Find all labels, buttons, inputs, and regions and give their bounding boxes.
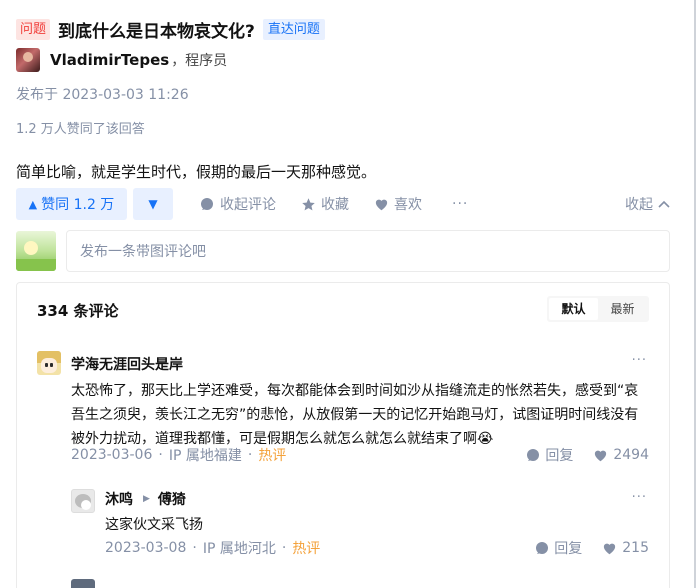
triangle-up-icon: ▲ [28, 197, 38, 211]
downvote-button[interactable]: ▼ [133, 188, 173, 220]
author-name[interactable]: VladimirTepes [50, 51, 169, 69]
comment-date: 2023-03-08 [105, 540, 187, 556]
current-user-avatar [16, 231, 56, 271]
star-icon [300, 196, 316, 212]
sort-default-tab[interactable]: 默认 [549, 298, 598, 320]
comment-more-icon[interactable]: ··· [632, 353, 647, 368]
heart-icon [593, 448, 608, 462]
question-title[interactable]: 到底什么是日本物哀文化? [58, 17, 255, 42]
chevron-up-icon [658, 200, 670, 208]
go-to-question-button[interactable]: 直达问题 [262, 18, 325, 40]
hot-comment-badge: 热评 [292, 541, 321, 557]
comment-meta: 2023-03-08 · IP 属地河北 · 热评 [105, 540, 321, 557]
collapse-comments-label: 收起评论 [220, 197, 276, 213]
comment-sort-toggle: 默认 最新 [547, 296, 649, 322]
comments-panel: 334 条评论 默认 最新 学海无涯回头是岸 ··· 太恐怖了，那天比上学还难受… [16, 282, 670, 588]
comment-input[interactable]: 发布一条带图评论吧 [66, 230, 670, 272]
comment-more-icon[interactable]: ··· [632, 490, 647, 505]
comment-location: IP 属地河北 [202, 541, 276, 557]
comment-location: IP 属地福建 [168, 448, 242, 464]
comments-count: 334 条评论 [37, 302, 119, 320]
reply-button[interactable]: 回复 [526, 445, 573, 465]
sort-latest-tab[interactable]: 最新 [598, 298, 647, 320]
comment-actions: 回复 2494 [506, 445, 649, 465]
comment-text: 太恐怖了，那天比上学还难受，每次都能体会到时间如沙从指缝流走的怅然若失，感受到“… [71, 383, 639, 447]
author-avatar[interactable] [16, 48, 40, 72]
reply-arrow-icon: ▶ [143, 494, 150, 504]
comment-date: 2023-03-06 [71, 447, 153, 463]
heart-icon [602, 541, 617, 555]
reply-to-name[interactable]: 傅猗 [158, 489, 186, 509]
commenter-name[interactable]: 学海无涯回头是岸 [71, 354, 183, 374]
question-tag: 问题 [16, 18, 51, 40]
answer-text: 简单比喻，就是学生时代，假期的最后一天那种感觉。 [16, 163, 377, 181]
comment-like-button[interactable]: 2494 [593, 447, 649, 463]
comment-actions: 回复 215 [515, 538, 649, 558]
favorite-label: 收藏 [321, 197, 349, 213]
commenter-name[interactable]: 沐鸣 [105, 489, 133, 509]
hot-comment-badge: 热评 [258, 448, 287, 464]
like-label: 喜欢 [394, 197, 422, 213]
heart-icon [373, 196, 389, 212]
comment-text: 这家伙文采飞扬 [105, 517, 203, 533]
like-button[interactable]: 喜欢 [373, 194, 422, 214]
comment-like-button[interactable]: 215 [602, 540, 649, 556]
commenter-avatar[interactable] [71, 579, 95, 588]
reply-button[interactable]: 回复 [535, 538, 582, 558]
more-options-icon[interactable]: ··· [452, 196, 468, 212]
favorite-button[interactable]: 收藏 [300, 194, 349, 214]
comment-bubble-icon [526, 448, 540, 462]
question-header: 问题 到底什么是日本物哀文化? 直达问题 [16, 17, 325, 42]
comment-like-count: 2494 [613, 447, 649, 463]
answer-action-bar: ▲ 赞同 1.2 万 ▼ 收起评论 收藏 喜欢 ··· 收起 [16, 188, 670, 220]
commenter-avatar[interactable] [71, 489, 95, 513]
upvote-label: 赞同 1.2 万 [41, 197, 115, 213]
collapse-label: 收起 [625, 197, 653, 213]
commenter-avatar[interactable] [37, 351, 61, 375]
reply-label: 回复 [554, 541, 583, 557]
triangle-down-icon: ▼ [148, 197, 158, 211]
author-title: ，程序员 [171, 53, 228, 69]
reply-label: 回复 [545, 448, 574, 464]
publish-time: 发布于 2023-03-03 11:26 [16, 87, 189, 103]
comment-input-placeholder: 发布一条带图评论吧 [80, 244, 206, 260]
author-info: VladimirTepes ，程序员 [16, 48, 227, 72]
upvote-button[interactable]: ▲ 赞同 1.2 万 [16, 188, 127, 220]
comment-meta: 2023-03-06 · IP 属地福建 · 热评 [71, 447, 287, 464]
upvote-count: 1.2 万人赞同了该回答 [16, 122, 145, 137]
comment-bubble-icon [535, 541, 549, 555]
comment-bubble-icon [199, 196, 215, 212]
reply-author-row: 沐鸣 ▶ 傅猗 [105, 489, 186, 509]
comment-composer: 发布一条带图评论吧 [16, 230, 670, 272]
comment-like-count: 215 [622, 540, 649, 556]
collapse-comments-button[interactable]: 收起评论 [199, 194, 276, 214]
collapse-answer-button[interactable]: 收起 [625, 194, 670, 214]
